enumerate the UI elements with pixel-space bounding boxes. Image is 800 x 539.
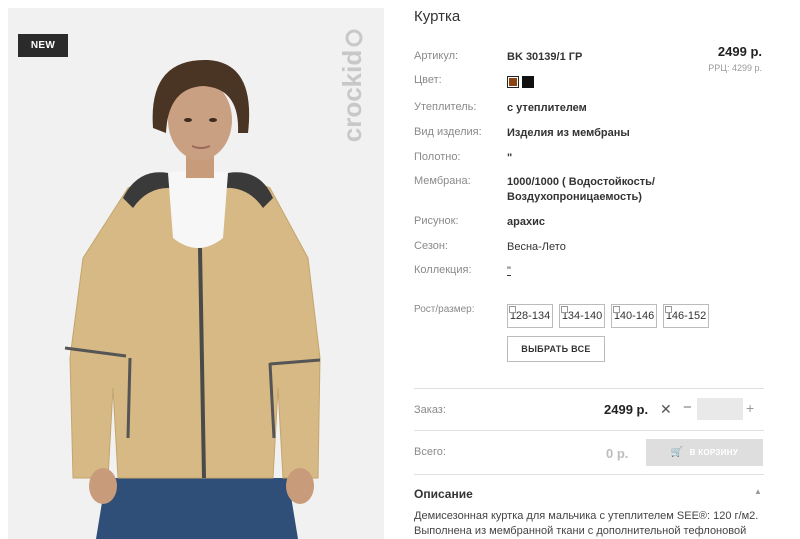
- spec-label: Артикул:: [414, 50, 459, 62]
- color-swatch-black[interactable]: [522, 76, 534, 88]
- order-price: 2499 р.: [604, 402, 649, 417]
- spec-value: Изделия из мембраны: [507, 127, 630, 139]
- checkbox-icon[interactable]: [613, 306, 620, 313]
- size-option[interactable]: 134-140: [559, 304, 605, 328]
- spec-value: ": [507, 152, 513, 164]
- size-option[interactable]: 128-134: [507, 304, 553, 328]
- checkbox-icon[interactable]: [665, 306, 672, 313]
- svg-text:crockid: crockid: [337, 50, 367, 143]
- spec-label: Мембрана:: [414, 175, 471, 187]
- divider: [414, 474, 764, 475]
- product-title: Куртка: [414, 8, 461, 25]
- spec-label: Цвет:: [414, 74, 442, 86]
- spec-value: 1000/1000 ( Водостойкость/ Воздухопрониц…: [507, 176, 655, 203]
- spec-label: Утеплитель:: [414, 101, 477, 113]
- spec-value: BK 30139/1 ГР: [507, 51, 583, 63]
- product-price: 2499 р.: [717, 44, 762, 59]
- spec-label: Полотно:: [414, 151, 461, 163]
- select-all-button[interactable]: ВЫБРАТЬ ВСЕ: [507, 336, 605, 362]
- description-title[interactable]: Описание: [414, 487, 473, 501]
- total-label: Всего:: [414, 446, 446, 458]
- spec-value: арахис: [507, 216, 545, 228]
- spec-label: Сезон:: [414, 240, 448, 252]
- spec-label: Рисунок:: [414, 215, 459, 227]
- spec-value: с утеплителем: [507, 102, 587, 114]
- plus-icon[interactable]: +: [746, 401, 758, 415]
- chevron-up-icon[interactable]: ▲: [754, 487, 762, 496]
- multiply-icon: ✕: [660, 401, 672, 417]
- brand-logo-icon: crockid: [337, 29, 367, 143]
- minus-icon[interactable]: −: [683, 400, 695, 415]
- divider: [414, 430, 764, 431]
- add-to-cart-button[interactable]: 🛒 В КОРЗИНУ: [646, 439, 763, 466]
- cart-icon: 🛒: [670, 447, 684, 458]
- spec-label: Коллекция:: [414, 264, 472, 276]
- description-text: Демисезонная куртка для мальчика с утепл…: [414, 510, 759, 537]
- product-image: [8, 8, 384, 539]
- spec-value: Весна-Лето: [507, 241, 566, 253]
- color-swatch-brown[interactable]: [507, 76, 519, 88]
- rrp-price: РРЦ: 4299 р.: [708, 63, 762, 73]
- spec-value[interactable]: ": [507, 264, 511, 279]
- checkbox-icon[interactable]: [561, 306, 568, 313]
- quantity-input[interactable]: [697, 398, 743, 420]
- add-to-cart-label: В КОРЗИНУ: [689, 448, 739, 457]
- divider: [414, 388, 764, 389]
- new-badge: NEW: [18, 34, 68, 57]
- total-value: 0 р.: [606, 446, 629, 461]
- order-label: Заказ:: [414, 404, 446, 416]
- spec-label: Вид изделия:: [414, 126, 482, 138]
- checkbox-icon[interactable]: [509, 306, 516, 313]
- size-option[interactable]: 146-152: [663, 304, 709, 328]
- product-photo[interactable]: NEW crockid: [8, 8, 384, 539]
- size-option[interactable]: 140-146: [611, 304, 657, 328]
- size-label: Рост/размер:: [414, 304, 475, 315]
